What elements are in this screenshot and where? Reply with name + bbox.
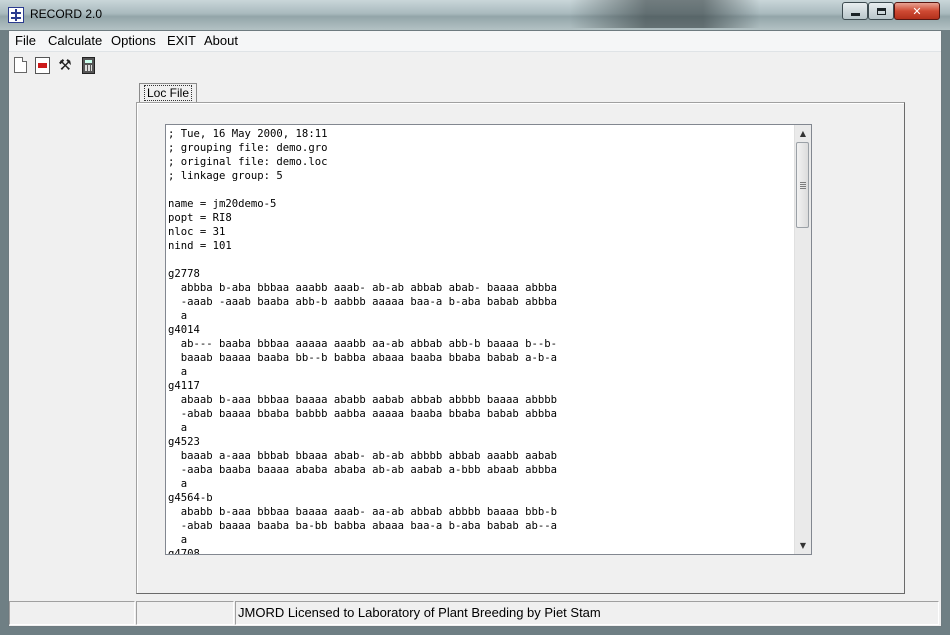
arrow-down-icon: ▼ xyxy=(799,541,807,550)
open-loc-file-icon xyxy=(34,56,50,74)
loc-file-text-area[interactable]: ; Tue, 16 May 2000, 18:11 ; grouping fil… xyxy=(165,124,812,555)
tools-button[interactable]: ⚒ xyxy=(55,55,75,75)
menu-calculate[interactable]: Calculate xyxy=(48,33,102,48)
text-line: popt = RI8 xyxy=(168,212,232,224)
scroll-up-button[interactable]: ▲ xyxy=(795,125,811,142)
loc-file-content[interactable]: ; Tue, 16 May 2000, 18:11 ; grouping fil… xyxy=(166,126,796,555)
tab-panel: ; Tue, 16 May 2000, 18:11 ; grouping fil… xyxy=(136,102,905,594)
text-line: g4014 xyxy=(168,324,200,336)
text-line: nloc = 31 xyxy=(168,226,226,238)
open-loc-file-button[interactable] xyxy=(32,55,52,75)
menu-exit[interactable]: EXIT xyxy=(167,33,196,48)
status-pane-2 xyxy=(136,601,234,625)
text-line: g4564-b xyxy=(168,492,213,504)
tab-loc-file[interactable]: Loc File xyxy=(139,83,198,102)
text-line: -abab baaaa baaba ba-bb babba abaaa baa-… xyxy=(180,520,558,532)
menu-options[interactable]: Options xyxy=(111,33,156,48)
tools-icon: ⚒ xyxy=(58,56,72,74)
text-line: a xyxy=(180,366,188,378)
text-line: -abab baaaa bbaba babbb aabba aaaaa baab… xyxy=(180,408,558,420)
arrow-up-icon: ▲ xyxy=(799,129,807,138)
text-line: name = jm20demo-5 xyxy=(168,198,277,210)
status-message: JMORD Licensed to Laboratory of Plant Br… xyxy=(235,601,939,625)
text-line: -aaab -aaab baaba abb-b aabbb aaaaa baa-… xyxy=(180,296,558,308)
app-icon[interactable] xyxy=(8,7,24,23)
minimize-button[interactable] xyxy=(842,2,868,20)
new-file-button[interactable] xyxy=(10,55,30,75)
text-line: a xyxy=(180,534,188,546)
text-line: ; grouping file: demo.gro xyxy=(168,142,328,154)
menu-bar: File Calculate Options EXIT About xyxy=(9,31,941,52)
tab-loc-file-label: Loc File xyxy=(144,85,193,101)
text-line: a xyxy=(180,422,188,434)
text-line: baaab a-aaa bbbab bbaaa abab- ab-ab abbb… xyxy=(180,450,558,462)
main-window: File Calculate Options EXIT About ⚒ Loc … xyxy=(8,30,942,627)
text-line: ab--- baaba bbbaa aaaaa aaabb aa-ab abba… xyxy=(180,338,558,350)
text-line: ababb b-aaa bbbaa baaaa aaab- aa-ab abba… xyxy=(180,506,558,518)
text-line: ; linkage group: 5 xyxy=(168,170,283,182)
scroll-down-button[interactable]: ▼ xyxy=(795,537,811,554)
text-line: g4523 xyxy=(168,436,200,448)
text-line: g2778 xyxy=(168,268,200,280)
scroll-grip-icon xyxy=(800,182,806,189)
status-pane-1 xyxy=(9,601,135,625)
text-line: g4708 xyxy=(168,548,200,555)
new-file-icon xyxy=(13,57,27,73)
calculator-button[interactable] xyxy=(78,55,98,75)
text-line: g4117 xyxy=(168,380,200,392)
menu-about[interactable]: About xyxy=(204,33,238,48)
text-line: ; Tue, 16 May 2000, 18:11 xyxy=(168,128,328,140)
title-bar[interactable]: RECORD 2.0 ✕ xyxy=(0,0,950,30)
window-title: RECORD 2.0 xyxy=(30,7,103,21)
maximize-button[interactable] xyxy=(868,2,894,20)
status-bar: JMORD Licensed to Laboratory of Plant Br… xyxy=(9,600,941,626)
text-line: a xyxy=(180,310,188,322)
text-line: nind = 101 xyxy=(168,240,232,252)
calculator-icon xyxy=(81,56,95,74)
title-bar-watermark xyxy=(570,0,760,28)
vertical-scrollbar[interactable]: ▲ ▼ xyxy=(794,125,811,554)
close-icon: ✕ xyxy=(912,4,922,18)
text-line: abbba b-aba bbbaa aaabb aaab- ab-ab abba… xyxy=(180,282,558,294)
text-line: baaab baaaa baaba bb--b babba abaaa baab… xyxy=(180,352,558,364)
scroll-thumb[interactable] xyxy=(796,142,809,228)
text-line: a xyxy=(180,478,188,490)
text-line: ; original file: demo.loc xyxy=(168,156,328,168)
close-button[interactable]: ✕ xyxy=(894,2,940,20)
text-line: abaab b-aaa bbbaa baaaa ababb aabab abba… xyxy=(180,394,558,406)
minimize-icon xyxy=(850,12,860,16)
maximize-icon xyxy=(876,7,886,15)
menu-file[interactable]: File xyxy=(15,33,36,48)
text-line: -aaba baaba baaaa ababa ababa ab-ab aaba… xyxy=(180,464,558,476)
toolbar: ⚒ xyxy=(9,53,941,77)
